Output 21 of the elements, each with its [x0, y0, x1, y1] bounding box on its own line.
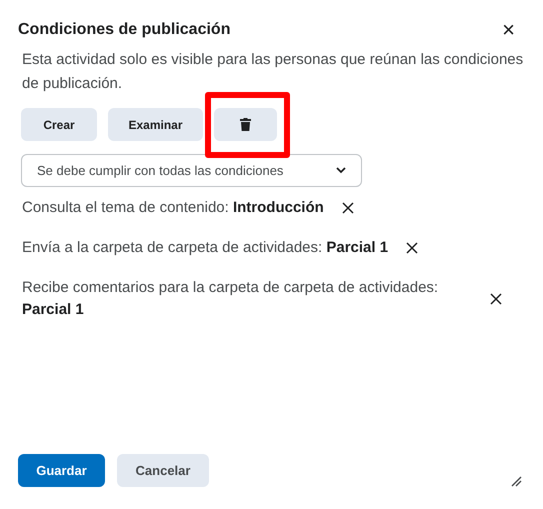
remove-condition-button[interactable]: [490, 293, 502, 305]
close-icon: [490, 293, 502, 305]
remove-condition-button[interactable]: [406, 242, 418, 254]
condition-text: Consulta el tema de contenido: Introducción: [22, 198, 324, 218]
description-text: Esta actividad solo es visible para las personas que reúnan las condiciones de publicación.: [22, 50, 524, 94]
match-select[interactable]: Se debe cumplir con todas las condiciones: [21, 154, 362, 187]
close-icon: [406, 242, 418, 254]
close-button[interactable]: ×: [502, 19, 515, 41]
dialog-title: Condiciones de publicación: [18, 20, 230, 40]
resize-handle-icon[interactable]: [511, 476, 522, 487]
remove-condition-button[interactable]: [342, 202, 354, 214]
toolbar-button[interactable]: Crear: [21, 108, 97, 141]
trash-icon: [240, 118, 251, 131]
cancel-button[interactable]: Cancelar: [117, 454, 209, 487]
condition-text: Recibe comentarios para la carpeta de carpeta de actividades: Parcial 1: [22, 278, 440, 320]
close-icon: [342, 202, 354, 214]
save-button[interactable]: Guardar: [18, 454, 105, 487]
toolbar-button[interactable]: Examinar: [108, 108, 203, 141]
condition-text: Envía a la carpeta de carpeta de actividades: Parcial 1: [22, 238, 388, 258]
delete-button[interactable]: [214, 108, 277, 141]
chevron-down-icon: [336, 167, 346, 174]
